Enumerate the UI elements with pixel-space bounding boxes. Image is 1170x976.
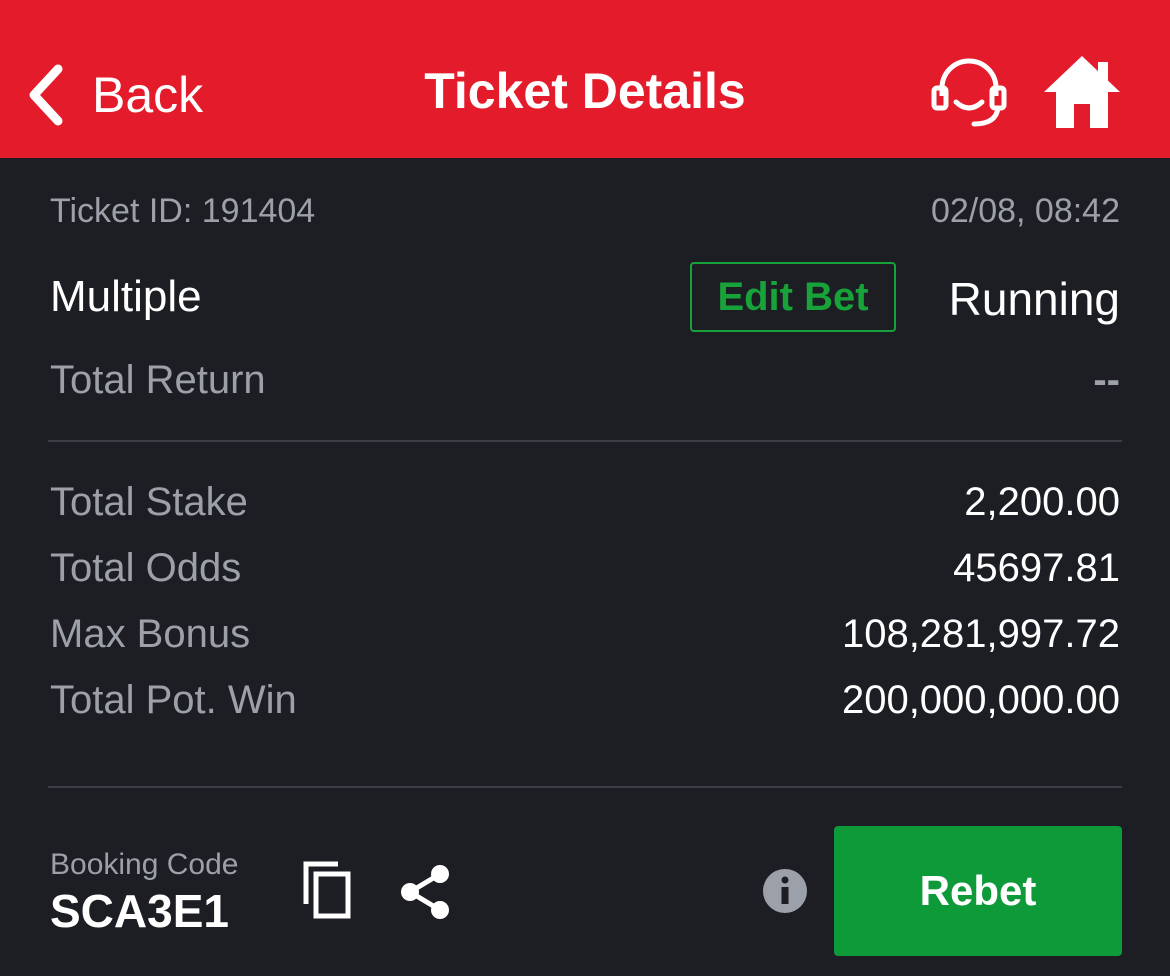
- bet-type: Multiple: [50, 272, 202, 321]
- summary-value: 108,281,997.72: [841, 612, 1120, 656]
- rebet-button[interactable]: Rebet: [834, 826, 1122, 956]
- home-icon[interactable]: [1040, 52, 1124, 130]
- divider: [48, 786, 1122, 788]
- summary-label: Max Bonus: [50, 612, 251, 656]
- summary-row: Total Pot. Win 200,000,000.00: [50, 678, 1120, 723]
- copy-icon[interactable]: [298, 858, 356, 922]
- summary-row: Max Bonus 108,281,997.72: [50, 612, 1120, 657]
- summary-row: Total Stake 2,200.00: [50, 480, 1120, 525]
- summary-label: Total Pot. Win: [50, 678, 297, 722]
- headset-icon[interactable]: [928, 58, 1010, 130]
- ticket-id: Ticket ID: 191404: [50, 192, 316, 230]
- total-return-row: Total Return --: [50, 358, 1120, 403]
- summary-label: Total Stake: [50, 480, 248, 524]
- info-icon[interactable]: [762, 868, 808, 914]
- total-return-label: Total Return: [50, 358, 266, 402]
- ticket-datetime: 02/08, 08:42: [930, 192, 1120, 230]
- summary-label: Total Odds: [50, 546, 242, 590]
- total-return-value: --: [1093, 358, 1120, 402]
- summary-value: 45697.81: [953, 546, 1120, 590]
- booking-code: SCA3E1: [50, 885, 229, 937]
- summary-value: 200,000,000.00: [841, 678, 1120, 722]
- summary-row: Total Odds 45697.81: [50, 546, 1120, 591]
- edit-bet-button[interactable]: Edit Bet: [690, 262, 896, 332]
- app-header: Back Ticket Details: [0, 0, 1170, 158]
- booking-code-label: Booking Code: [50, 848, 239, 881]
- ticket-meta-row: Ticket ID: 191404 02/08, 08:42: [50, 192, 1120, 231]
- summary-value: 2,200.00: [964, 480, 1120, 524]
- share-icon[interactable]: [396, 862, 454, 922]
- divider: [48, 440, 1122, 442]
- status-label: Running: [948, 273, 1120, 325]
